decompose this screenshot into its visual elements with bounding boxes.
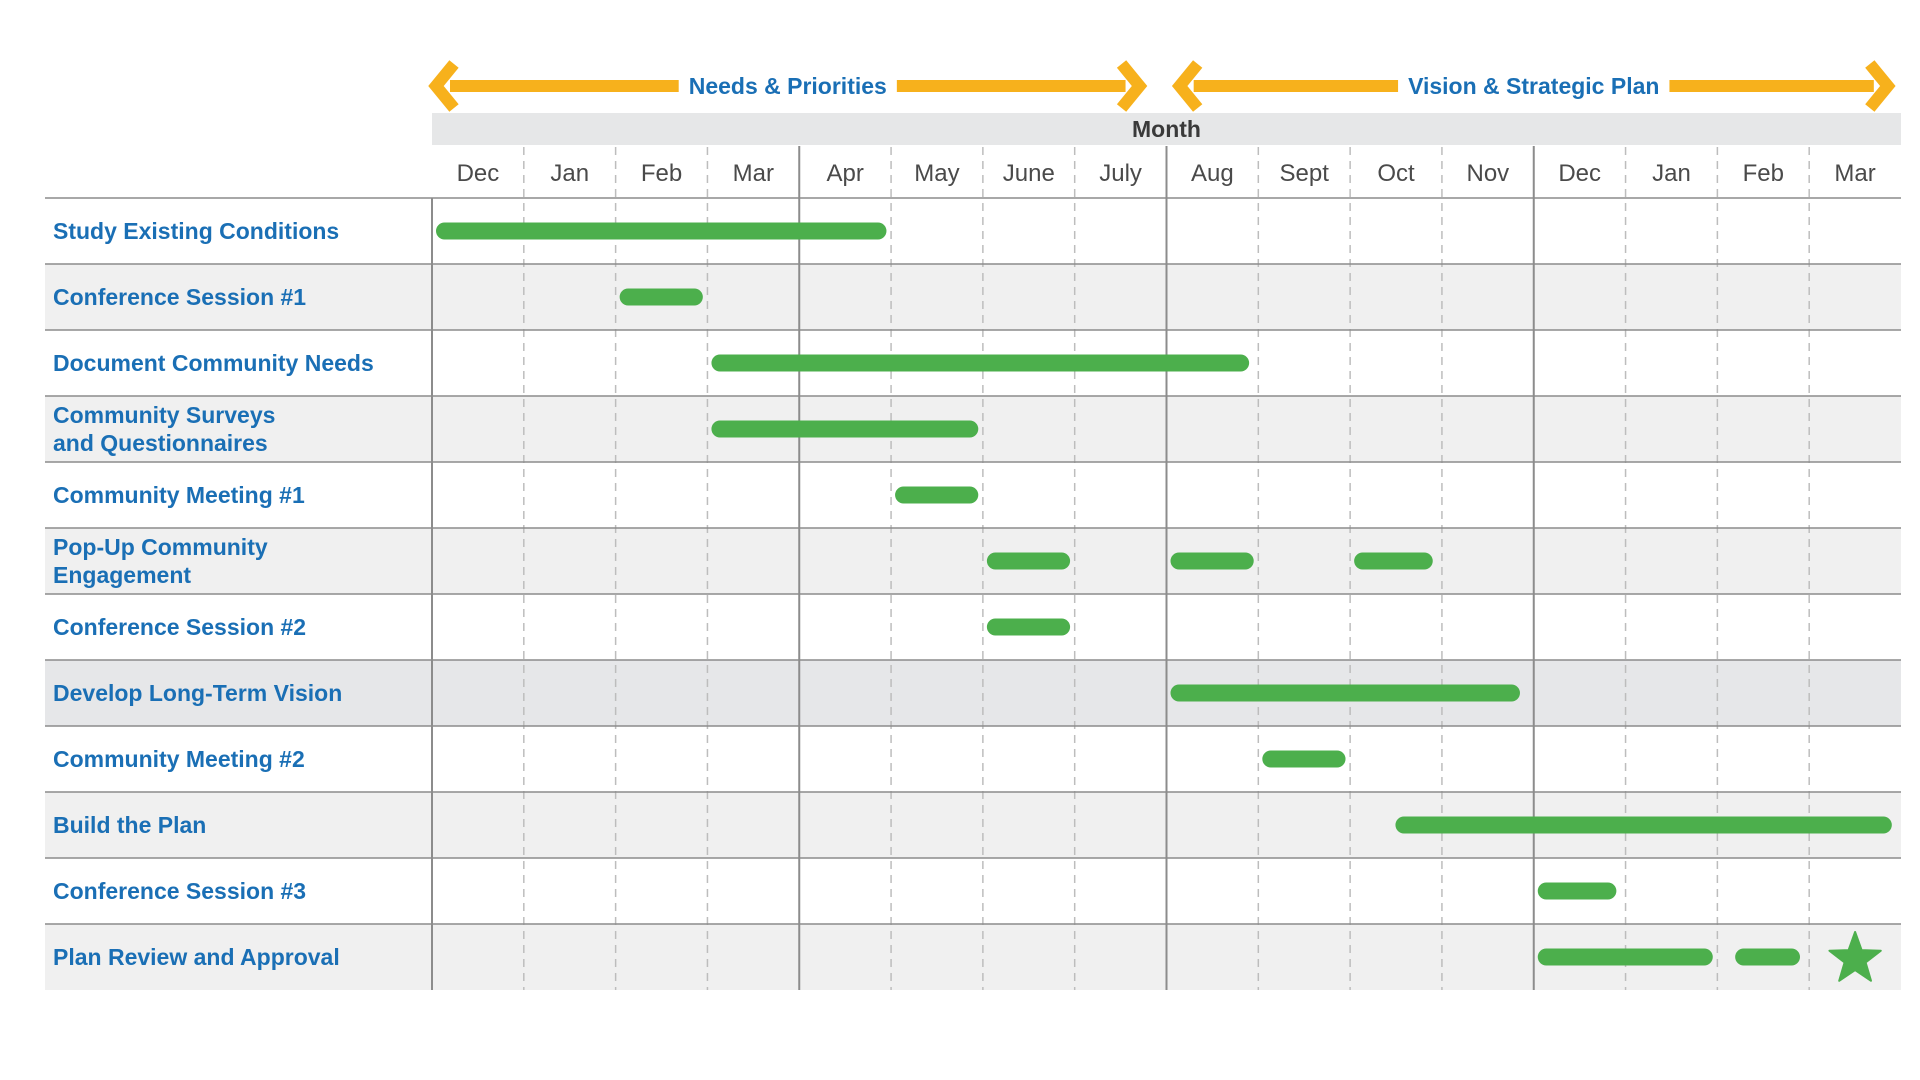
task-bar — [1395, 816, 1892, 834]
task-label: Engagement — [53, 562, 191, 588]
task-bar — [1262, 750, 1346, 768]
task-label: Study Existing Conditions — [53, 218, 339, 244]
month-tick-label: Oct — [1377, 160, 1415, 187]
task-bar — [711, 354, 1250, 372]
task-bar — [895, 486, 979, 504]
month-tick-label: Mar — [1834, 160, 1875, 187]
task-label: Community Surveys — [53, 402, 275, 428]
row-background — [45, 858, 1901, 924]
phase-arrow-shaft — [896, 80, 1126, 92]
month-tick-label: Dec — [1558, 160, 1601, 187]
task-bar — [619, 288, 703, 306]
phase-arrow-shaft — [1193, 80, 1399, 92]
month-tick-label: Sept — [1280, 160, 1330, 187]
task-bar — [1537, 948, 1713, 966]
task-label: Build the Plan — [53, 812, 206, 838]
month-tick-label: Feb — [641, 160, 682, 187]
month-tick-label: Nov — [1467, 160, 1510, 187]
month-tick-label: Feb — [1743, 160, 1784, 187]
task-bar — [1735, 948, 1801, 966]
task-label: Pop-Up Community — [53, 534, 268, 560]
month-tick-label: Dec — [457, 160, 500, 187]
task-label: Conference Session #3 — [53, 878, 306, 904]
task-label: Document Community Needs — [53, 350, 374, 376]
task-bar — [1537, 882, 1617, 900]
x-axis-title: Month — [1132, 116, 1201, 142]
task-label: and Questionnaires — [53, 430, 268, 456]
phase-label: Vision & Strategic Plan — [1408, 73, 1659, 99]
task-bar — [1170, 684, 1520, 702]
phase-arrow-shaft — [1669, 80, 1874, 92]
row-background — [45, 528, 1901, 594]
task-label: Develop Long-Term Vision — [53, 680, 342, 706]
chart-header: Month — [432, 113, 1901, 145]
month-tick-label: May — [914, 160, 959, 187]
month-tick-label: July — [1099, 160, 1142, 187]
month-tick-label: Aug — [1191, 160, 1234, 187]
month-tick-label: Jan — [550, 160, 589, 187]
task-bar — [436, 222, 887, 240]
month-tick-label: Apr — [826, 160, 863, 187]
month-tick-label: June — [1003, 160, 1055, 187]
task-bar — [1170, 552, 1254, 570]
phase-label: Needs & Priorities — [689, 73, 887, 99]
phase-arrow-shaft — [450, 80, 679, 92]
phase-arrow: Vision & Strategic Plan — [1171, 60, 1896, 112]
month-tick-label: Jan — [1652, 160, 1691, 187]
task-bar — [986, 552, 1071, 570]
task-label: Plan Review and Approval — [53, 944, 340, 970]
row-background — [45, 726, 1901, 792]
task-label: Conference Session #2 — [53, 614, 306, 640]
phase-arrow: Needs & Priorities — [428, 60, 1148, 112]
row-background — [45, 594, 1901, 660]
task-label: Community Meeting #1 — [53, 482, 305, 508]
phase-arrows: Needs & Priorities Vision & Strategic Pla… — [428, 60, 1896, 112]
task-bar — [711, 420, 979, 438]
month-tick-label: Mar — [733, 160, 774, 187]
task-bar — [1354, 552, 1433, 570]
task-bar — [986, 618, 1071, 636]
task-label: Conference Session #1 — [53, 284, 306, 310]
task-label: Community Meeting #2 — [53, 746, 305, 772]
row-background — [45, 264, 1901, 330]
gantt-chart: Month Needs & Priorities Vision & Strateg… — [45, 60, 1901, 990]
